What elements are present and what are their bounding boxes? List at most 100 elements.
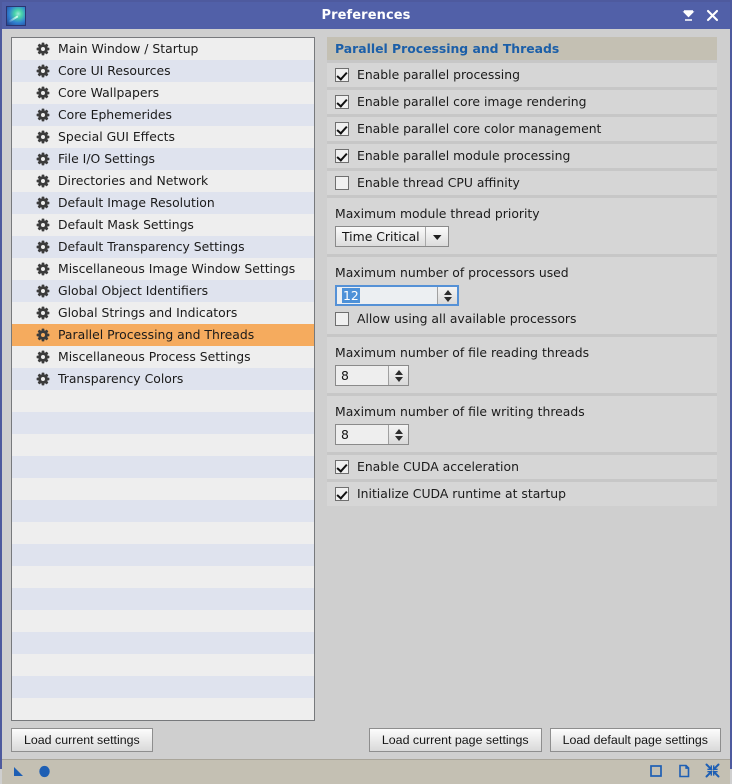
sidebar-item-label: Global Object Identifiers: [58, 282, 209, 298]
section-header: Parallel Processing and Threads: [327, 37, 717, 60]
combo-selected-value: Time Critical: [342, 229, 420, 244]
option-row-enable-cuda-acceleration: Enable CUDA acceleration: [327, 455, 717, 479]
option-row-enable-parallel-module-processing: Enable parallel module processing: [327, 144, 717, 168]
sidebar-item-file-i-o-settings[interactable]: File I/O Settings: [12, 148, 314, 170]
option-row-enable-parallel-core-image-rendering: Enable parallel core image rendering: [327, 90, 717, 114]
sidebar-empty-row: [12, 500, 314, 522]
spin-buttons[interactable]: [388, 366, 408, 385]
spinbox-maximum-file-writing-threads[interactable]: 8: [335, 424, 409, 445]
sidebar-item-default-transparency-settings[interactable]: Default Transparency Settings: [12, 236, 314, 258]
title-bar: Preferences: [2, 2, 730, 29]
checkbox-enable-thread-cpu-affinity[interactable]: [335, 176, 349, 190]
status-right-icons: [649, 763, 720, 782]
sidebar-item-label: Global Strings and Indicators: [58, 304, 238, 320]
gear-icon: [36, 86, 50, 100]
label-allow-using-all-available-processors: Allow using all available processors: [357, 311, 577, 326]
combo-maximum-module-thread-priority[interactable]: Time Critical: [335, 226, 449, 247]
pages-column: Main Window / Startup Core UI Resources Co…: [11, 37, 315, 721]
spinbox-maximum-number-of-processors-used[interactable]: 12: [335, 285, 459, 306]
sidebar-item-main-window-startup[interactable]: Main Window / Startup: [12, 38, 314, 60]
checkbox-enable-parallel-core-color-management[interactable]: [335, 122, 349, 136]
option-row-enable-thread-cpu-affinity: Enable thread CPU affinity: [327, 171, 717, 195]
minimize-icon[interactable]: [681, 9, 695, 23]
load-current-page-settings-button[interactable]: Load current page settings: [368, 728, 542, 752]
sidebar-item-core-ui-resources[interactable]: Core UI Resources: [12, 60, 314, 82]
option-row-maximum-file-reading-threads: Maximum number of file reading threads 8: [327, 337, 717, 393]
sidebar-item-core-ephemerides[interactable]: Core Ephemerides: [12, 104, 314, 126]
checkbox-initialize-cuda-runtime-at-startup[interactable]: [335, 487, 349, 501]
sidebar-item-directories-and-network[interactable]: Directories and Network: [12, 170, 314, 192]
sidebar-empty-row: [12, 632, 314, 654]
label-enable-parallel-module-processing: Enable parallel module processing: [357, 148, 571, 163]
window-buttons: [681, 9, 730, 23]
spin-buttons[interactable]: [388, 425, 408, 444]
preferences-page-list[interactable]: Main Window / Startup Core UI Resources Co…: [11, 37, 315, 721]
spin-up-icon[interactable]: [443, 289, 452, 295]
close-icon[interactable]: [705, 9, 719, 23]
status-bar: [2, 759, 730, 784]
sidebar-item-label: File I/O Settings: [58, 150, 156, 166]
sidebar-item-default-image-resolution[interactable]: Default Image Resolution: [12, 192, 314, 214]
label-maximum-number-of-processors-used: Maximum number of processors used: [335, 265, 569, 280]
checkbox-enable-parallel-module-processing[interactable]: [335, 149, 349, 163]
gear-icon: [36, 284, 50, 298]
sidebar-empty-row: [12, 654, 314, 676]
option-row-maximum-module-thread-priority: Maximum module thread priority Time Criti…: [327, 198, 717, 254]
sidebar-empty-row: [12, 434, 314, 456]
sidebar-item-label: Default Transparency Settings: [58, 238, 245, 254]
preferences-window: Preferences Main Window / Startup Core UI…: [0, 0, 732, 784]
spin-value[interactable]: 8: [336, 366, 388, 385]
spin-buttons[interactable]: [437, 287, 457, 304]
checkbox-allow-using-all-available-processors[interactable]: [335, 312, 349, 326]
sidebar-item-core-wallpapers[interactable]: Core Wallpapers: [12, 82, 314, 104]
label-enable-parallel-processing: Enable parallel processing: [357, 67, 520, 82]
gear-icon: [36, 218, 50, 232]
label-maximum-module-thread-priority: Maximum module thread priority: [335, 206, 540, 221]
spinbox-maximum-file-reading-threads[interactable]: 8: [335, 365, 409, 386]
gear-icon: [36, 262, 50, 276]
sidebar-item-transparency-colors[interactable]: Transparency Colors: [12, 368, 314, 390]
gear-icon: [36, 42, 50, 56]
sidebar-item-label: Miscellaneous Process Settings: [58, 348, 251, 364]
gear-icon: [36, 174, 50, 188]
option-row-enable-parallel-core-color-management: Enable parallel core color management: [327, 117, 717, 141]
chevron-down-icon[interactable]: [425, 227, 448, 246]
sidebar-item-parallel-processing-and-threads[interactable]: Parallel Processing and Threads: [12, 324, 314, 346]
spin-down-icon[interactable]: [394, 376, 403, 382]
spin-value[interactable]: 8: [336, 425, 388, 444]
sidebar-item-global-object-identifiers[interactable]: Global Object Identifiers: [12, 280, 314, 302]
sidebar-empty-row: [12, 456, 314, 478]
checkbox-enable-cuda-acceleration[interactable]: [335, 460, 349, 474]
sidebar-item-default-mask-settings[interactable]: Default Mask Settings: [12, 214, 314, 236]
checkbox-enable-parallel-processing[interactable]: [335, 68, 349, 82]
sidebar-item-special-gui-effects[interactable]: Special GUI Effects: [12, 126, 314, 148]
gear-icon: [36, 130, 50, 144]
window-title: Preferences: [321, 8, 411, 23]
spin-up-icon[interactable]: [394, 428, 403, 434]
sidebar-item-miscellaneous-image-window-settings[interactable]: Miscellaneous Image Window Settings: [12, 258, 314, 280]
label-enable-thread-cpu-affinity: Enable thread CPU affinity: [357, 175, 520, 190]
spin-value[interactable]: 12: [337, 287, 437, 304]
sidebar-item-label: Special GUI Effects: [58, 128, 175, 144]
spin-down-icon[interactable]: [443, 296, 452, 302]
sidebar-item-global-strings-and-indicators[interactable]: Global Strings and Indicators: [12, 302, 314, 324]
label-enable-parallel-core-color-management: Enable parallel core color management: [357, 121, 602, 136]
sidebar-empty-row: [12, 610, 314, 632]
new-document-icon[interactable]: [677, 763, 691, 782]
square-icon[interactable]: [649, 763, 663, 782]
dialog-body: Main Window / Startup Core UI Resources Co…: [2, 29, 730, 721]
sidebar-item-label: Parallel Processing and Threads: [58, 326, 255, 342]
spin-down-icon[interactable]: [394, 435, 403, 441]
load-default-page-settings-button[interactable]: Load default page settings: [549, 728, 721, 752]
sidebar-empty-row: [12, 698, 314, 720]
sidebar-item-label: Core Wallpapers: [58, 84, 160, 100]
sidebar-item-label: Core UI Resources: [58, 62, 171, 78]
label-enable-cuda-acceleration: Enable CUDA acceleration: [357, 459, 519, 474]
sidebar-item-miscellaneous-process-settings[interactable]: Miscellaneous Process Settings: [12, 346, 314, 368]
gear-icon: [36, 240, 50, 254]
spin-up-icon[interactable]: [394, 369, 403, 375]
collapse-arrows-icon[interactable]: [705, 763, 720, 782]
load-current-settings-button[interactable]: Load current settings: [11, 728, 153, 752]
checkbox-enable-parallel-core-image-rendering[interactable]: [335, 95, 349, 109]
label-maximum-file-reading-threads: Maximum number of file reading threads: [335, 345, 590, 360]
